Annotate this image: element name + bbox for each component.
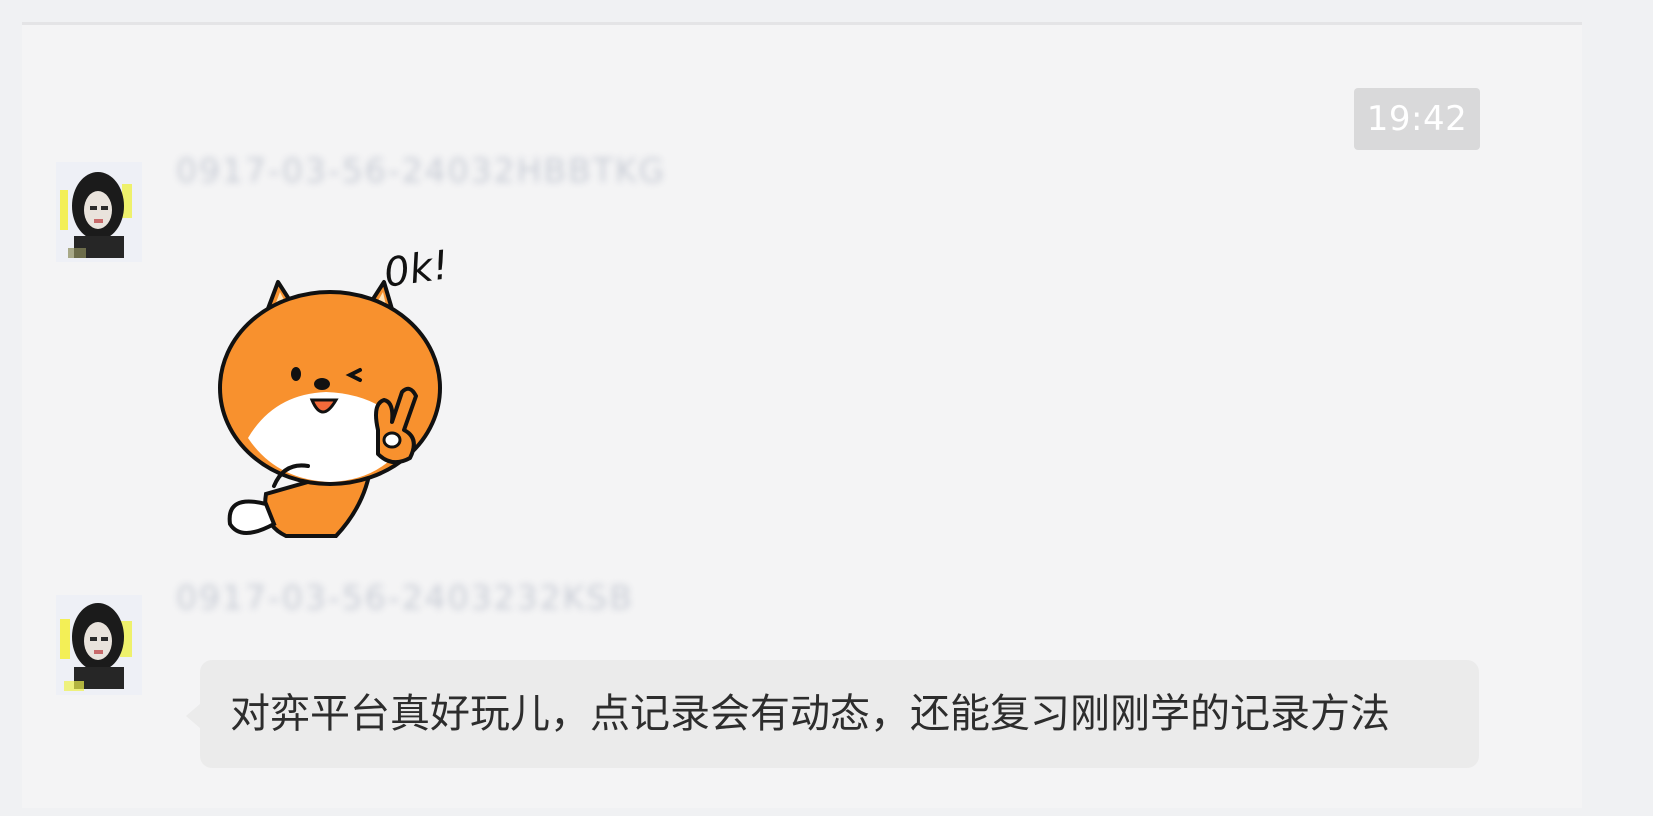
user-avatar-icon [56, 162, 142, 262]
user-avatar-icon [56, 595, 142, 695]
ok-fox-sticker[interactable]: 0k! [196, 224, 496, 544]
message-bubble[interactable]: 对弈平台真好玩儿，点记录会有动态，还能复习刚刚学的记录方法 [186, 660, 1479, 768]
sender-name: 0917-03-56-24032HBBTKG [176, 151, 667, 190]
sender-name: 0917-03-56-2403232KSB [176, 578, 634, 617]
sender-avatar[interactable] [56, 162, 142, 262]
sender-avatar[interactable] [56, 595, 142, 695]
message-text: 对弈平台真好玩儿，点记录会有动态，还能复习刚刚学的记录方法 [230, 691, 1390, 737]
message-timestamp: 19:42 [1354, 88, 1480, 150]
ok-fox-sticker-icon: 0k! [218, 242, 452, 538]
bubble-tail [186, 704, 200, 728]
sticker-caption: 0k! [381, 242, 451, 297]
chat-panel: 19:42 0917-03-56-24032HBBTKG 0k! 0917-03… [22, 22, 1582, 808]
